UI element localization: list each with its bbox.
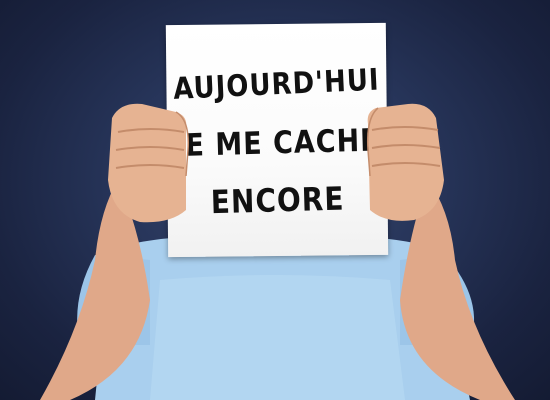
sign-line-3: ENCORE	[210, 179, 345, 222]
sign-line-1: AUJOURD'HUI	[172, 63, 381, 107]
sign-text: AUJOURD'HUI JE ME CACHE ENCORE	[166, 23, 388, 257]
photo-scene: AUJOURD'HUI JE ME CACHE ENCORE	[0, 0, 550, 400]
paper-sign: AUJOURD'HUI JE ME CACHE ENCORE	[165, 22, 389, 258]
sign-line-2: JE ME CACHE	[173, 122, 381, 165]
